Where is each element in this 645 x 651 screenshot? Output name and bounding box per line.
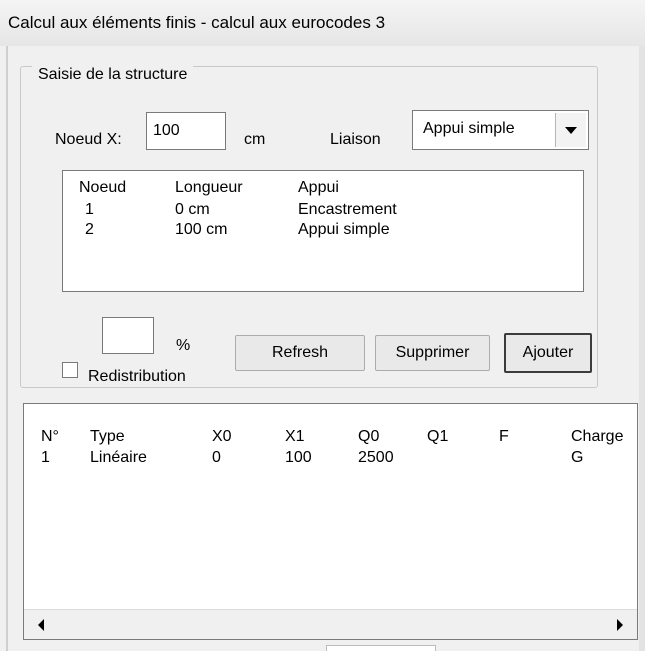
header-x0: X0	[212, 428, 232, 445]
loads-list[interactable]: N° Type X0 X1 Q0 Q1 F Charge 1 Linéaire …	[23, 403, 638, 640]
redistribution-checkbox[interactable]	[62, 362, 78, 378]
node-support: Encastrement	[298, 201, 397, 218]
percent-unit-label: %	[176, 337, 191, 354]
liaison-select-value: Appui simple	[423, 120, 515, 137]
load-x0: 0	[212, 449, 221, 466]
node-x-input[interactable]	[146, 112, 226, 150]
refresh-button[interactable]: Refresh	[235, 335, 365, 371]
node-support: Appui simple	[298, 221, 390, 238]
node-length: 100 cm	[175, 221, 228, 238]
title-bar: Calcul aux éléments finis - calcul aux e…	[0, 0, 645, 46]
load-type: Linéaire	[90, 449, 147, 466]
node-label: Noeud X:	[55, 131, 122, 148]
structure-group-legend: Saisie de la structure	[32, 66, 194, 84]
window-left-edge	[6, 46, 8, 651]
node-number: 2	[85, 221, 94, 238]
percent-input[interactable]	[102, 317, 154, 354]
delete-button[interactable]: Supprimer	[375, 335, 490, 371]
load-q0: 2500	[358, 449, 394, 466]
header-charge: Charge	[571, 428, 624, 445]
node-length: 0 cm	[175, 201, 210, 218]
header-q0: Q0	[358, 428, 380, 445]
liaison-select[interactable]: Appui simple	[412, 110, 589, 150]
redistribution-label: Redistribution	[88, 368, 186, 385]
node-number: 1	[85, 201, 94, 218]
arrow-left-icon[interactable]	[28, 613, 54, 637]
header-q1: Q1	[427, 428, 449, 445]
load-charge: G	[571, 449, 584, 466]
chevron-down-icon[interactable]	[555, 113, 586, 147]
header-x1: X1	[285, 428, 305, 445]
header-no: N°	[41, 428, 59, 445]
header-appui: Appui	[298, 179, 339, 196]
window-title: Calcul aux éléments finis - calcul aux e…	[8, 13, 386, 32]
header-type: Type	[90, 428, 125, 445]
liaison-label: Liaison	[330, 131, 381, 148]
horizontal-scrollbar[interactable]	[24, 609, 637, 639]
header-f: F	[499, 428, 509, 445]
nodes-list[interactable]: Noeud Longueur Appui 1 0 cm Encastrement…	[62, 170, 584, 292]
node-unit-label: cm	[244, 131, 266, 148]
header-longueur: Longueur	[175, 179, 243, 196]
window-right-edge	[639, 46, 645, 651]
load-x1: 100	[285, 449, 312, 466]
header-noeud: Noeud	[79, 179, 127, 196]
load-number: 1	[41, 449, 50, 466]
add-button[interactable]: Ajouter	[504, 333, 592, 373]
bottom-control-edge	[326, 645, 436, 651]
arrow-right-icon[interactable]	[607, 613, 633, 637]
